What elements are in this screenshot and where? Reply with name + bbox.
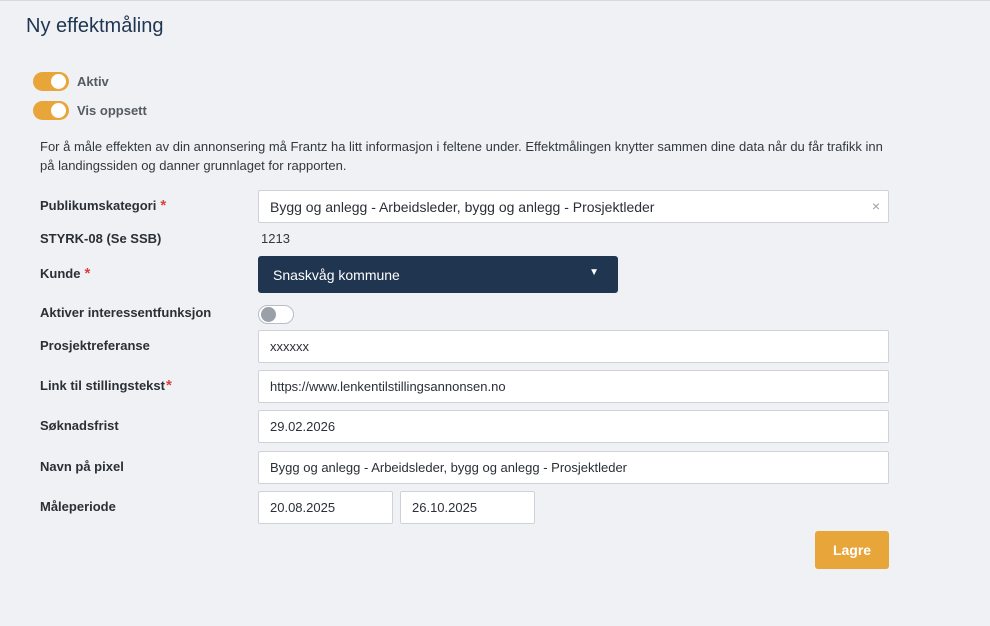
aktiv-toggle-row: Aktiv [33, 71, 109, 91]
maleperiode-from-field[interactable]: 20.08.2025 [258, 491, 393, 524]
maleperiode-label: Måleperiode [40, 499, 116, 514]
maleperiode-from-value: 20.08.2025 [270, 500, 336, 515]
soknadsfrist-label: Søknadsfrist [40, 418, 119, 433]
publikumskategori-field[interactable]: Bygg og anlegg - Arbeidsleder, bygg og a… [258, 190, 889, 223]
kunde-value: Snaskvåg kommune [273, 266, 400, 283]
aktiv-toggle[interactable] [33, 71, 69, 91]
publikumskategori-value: Bygg og anlegg - Arbeidsleder, bygg og a… [270, 198, 655, 215]
link-label-text: Link til stillingstekst [40, 378, 165, 393]
maleperiode-to-value: 26.10.2025 [412, 500, 478, 515]
link-field[interactable]: https://www.lenkentilstillingsannonsen.n… [258, 370, 889, 403]
publikumskategori-label-text: Publikumskategori [40, 198, 157, 213]
pixel-field[interactable]: Bygg og anlegg - Arbeidsleder, bygg og a… [258, 451, 889, 484]
kunde-select[interactable]: Snaskvåg kommune ▼ [258, 256, 618, 293]
chevron-down-icon: ▼ [589, 267, 599, 278]
toggle-knob [261, 307, 276, 322]
prosjektreferanse-label: Prosjektreferanse [40, 338, 150, 353]
pixel-value: Bygg og anlegg - Arbeidsleder, bygg og a… [270, 460, 628, 475]
interessent-toggle[interactable] [258, 305, 294, 324]
styrk-label: STYRK-08 (Se SSB) [40, 231, 162, 246]
link-value: https://www.lenkentilstillingsannonsen.n… [270, 379, 506, 394]
required-asterisk: * [160, 197, 167, 214]
required-asterisk: * [84, 265, 91, 282]
soknadsfrist-field[interactable]: 29.02.2026 [258, 410, 889, 443]
intro-text: For å måle effekten av din annonsering m… [40, 139, 883, 173]
vis-oppsett-toggle-row: Vis oppsett [33, 100, 147, 120]
kunde-label-text: Kunde [40, 266, 81, 281]
soknadsfrist-value: 29.02.2026 [270, 419, 336, 434]
vis-oppsett-toggle[interactable] [33, 100, 69, 120]
save-button[interactable]: Lagre [815, 531, 889, 569]
aktiv-label: Aktiv [77, 73, 109, 89]
clear-icon[interactable]: × [872, 198, 880, 214]
toggle-knob [51, 73, 66, 89]
toggle-knob [51, 102, 66, 118]
pixel-label: Navn på pixel [40, 459, 124, 474]
vis-oppsett-label: Vis oppsett [77, 102, 147, 118]
required-asterisk: * [165, 377, 172, 394]
styrk-value: 1213 [261, 231, 290, 246]
prosjektreferanse-field[interactable]: xxxxxx [258, 330, 889, 363]
maleperiode-to-field[interactable]: 26.10.2025 [400, 491, 535, 524]
interessent-label: Aktiver interessentfunksjon [40, 305, 212, 320]
page-title: Ny effektmåling [26, 15, 164, 37]
prosjektreferanse-value: xxxxxx [270, 339, 309, 354]
kunde-label: Kunde * [40, 265, 90, 282]
publikumskategori-label: Publikumskategori * [40, 197, 166, 214]
link-label: Link til stillingstekst* [40, 377, 172, 394]
